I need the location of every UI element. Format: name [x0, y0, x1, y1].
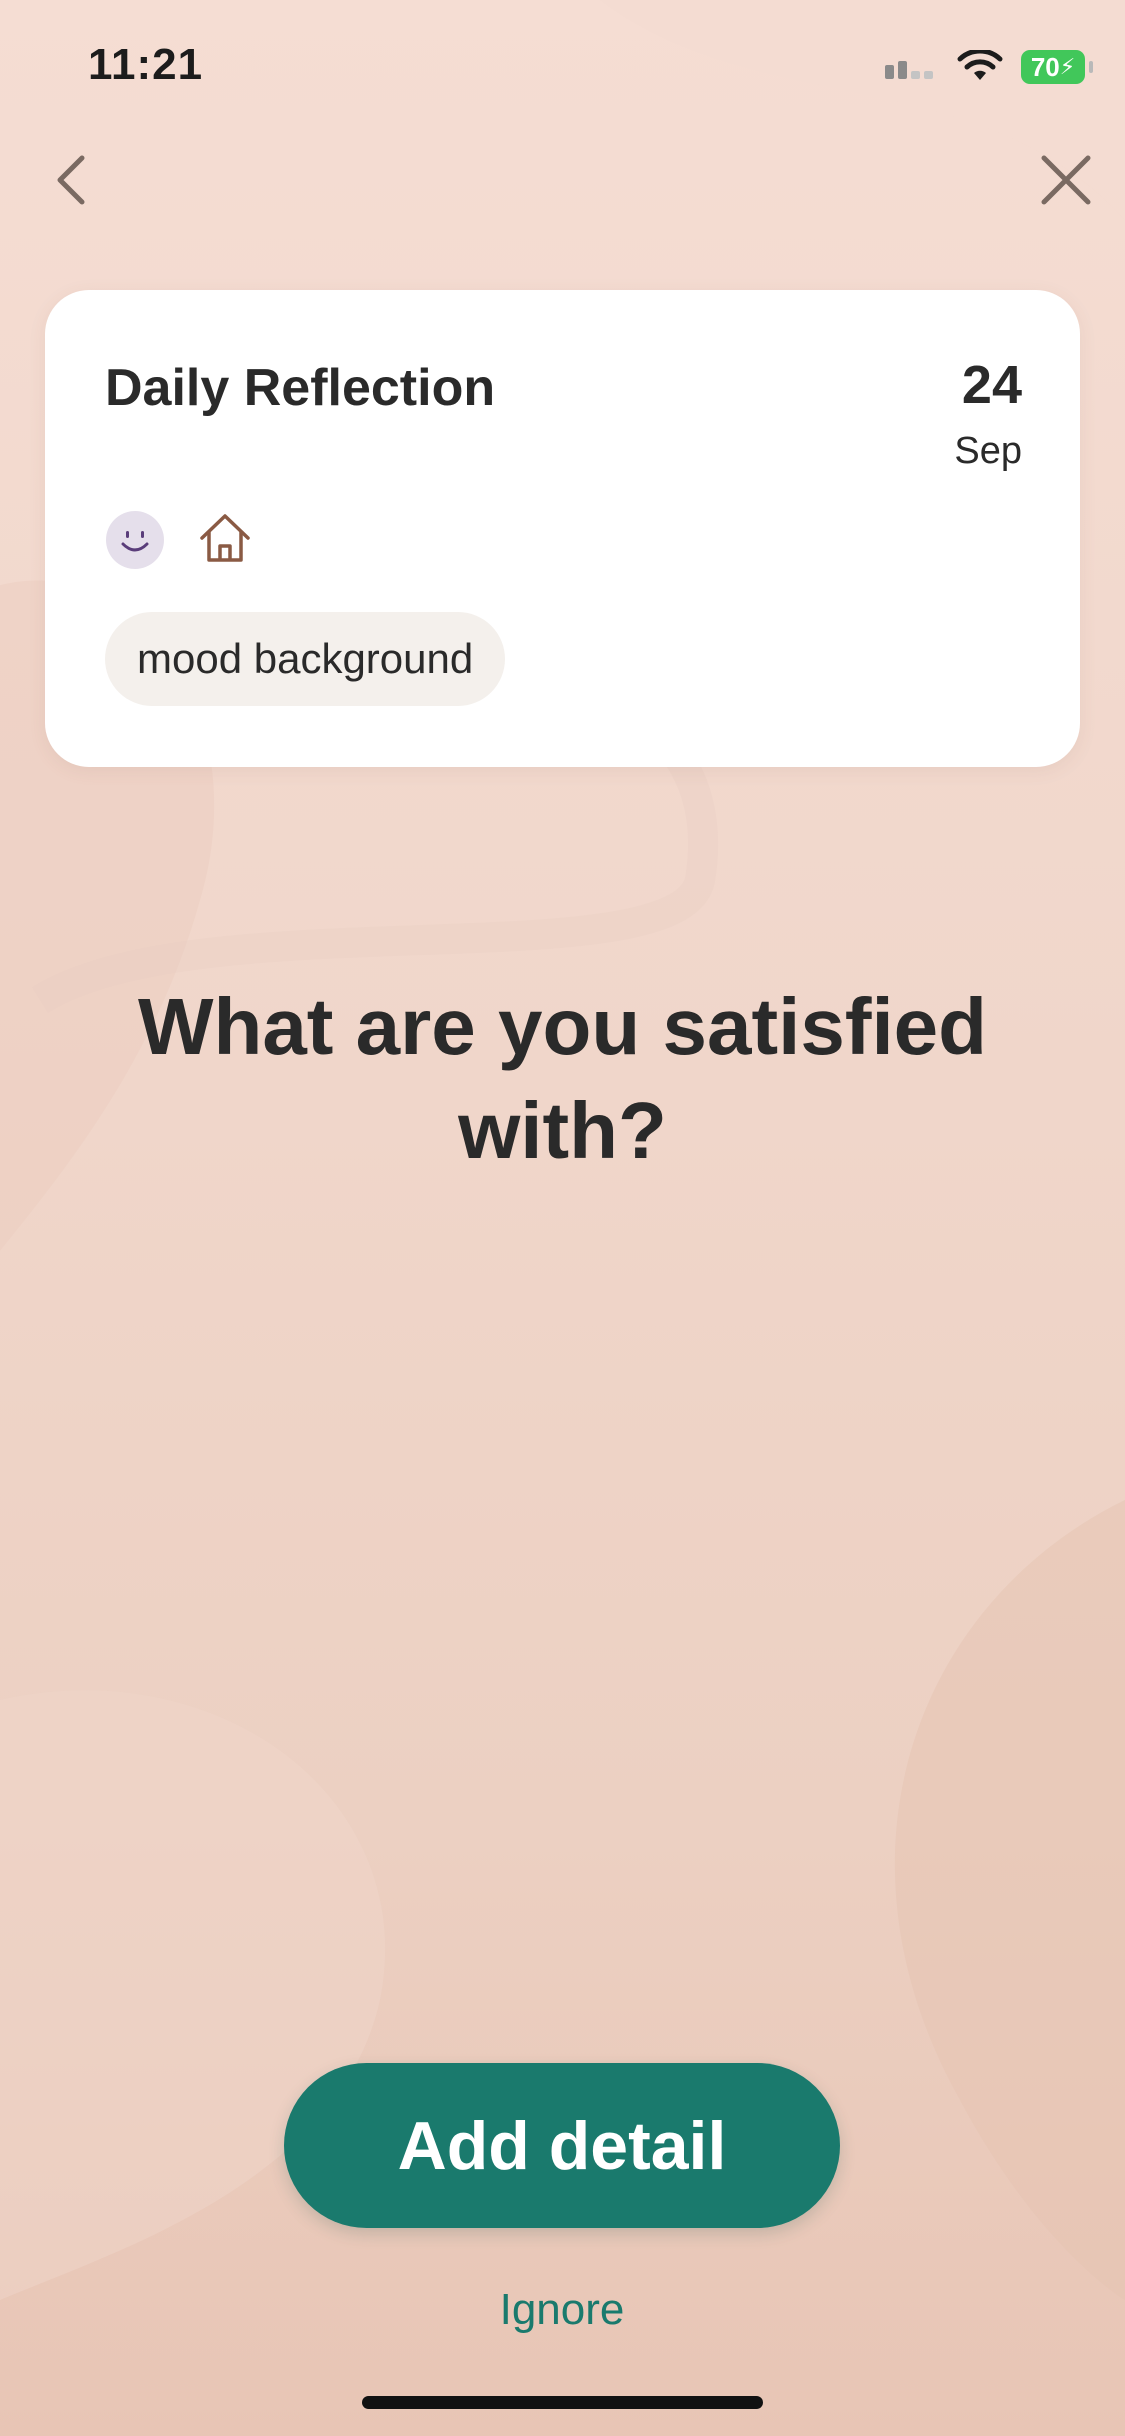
cellular-signal-icon — [885, 61, 933, 79]
card-date-month: Sep — [954, 430, 1022, 472]
status-bar: 11:21 70 ⚡ — [0, 0, 1125, 140]
home-indicator[interactable] — [362, 2396, 763, 2409]
battery-icon: 70 ⚡ — [1021, 50, 1093, 84]
wifi-icon — [957, 50, 1003, 80]
card-title: Daily Reflection — [105, 359, 496, 417]
add-detail-button[interactable]: Add detail — [284, 2063, 840, 2228]
mood-tag[interactable]: mood background — [105, 612, 506, 706]
status-time: 11:21 — [88, 40, 204, 89]
battery-level: 70 — [1030, 51, 1060, 82]
close-icon — [1041, 155, 1091, 205]
chevron-left-icon — [57, 155, 85, 205]
reflection-card[interactable]: Daily Reflection 24 Sep mood background — [45, 290, 1080, 767]
smiley-face-icon — [106, 511, 164, 569]
close-button[interactable] — [1026, 140, 1106, 220]
card-date-day: 24 — [961, 355, 1022, 415]
status-icons: 70 ⚡ — [883, 50, 1093, 84]
back-button[interactable] — [32, 140, 112, 220]
home-icon — [200, 514, 250, 562]
reflection-prompt: What are you satisfied with? — [137, 982, 988, 1175]
ignore-link[interactable]: Ignore — [462, 2285, 662, 2335]
